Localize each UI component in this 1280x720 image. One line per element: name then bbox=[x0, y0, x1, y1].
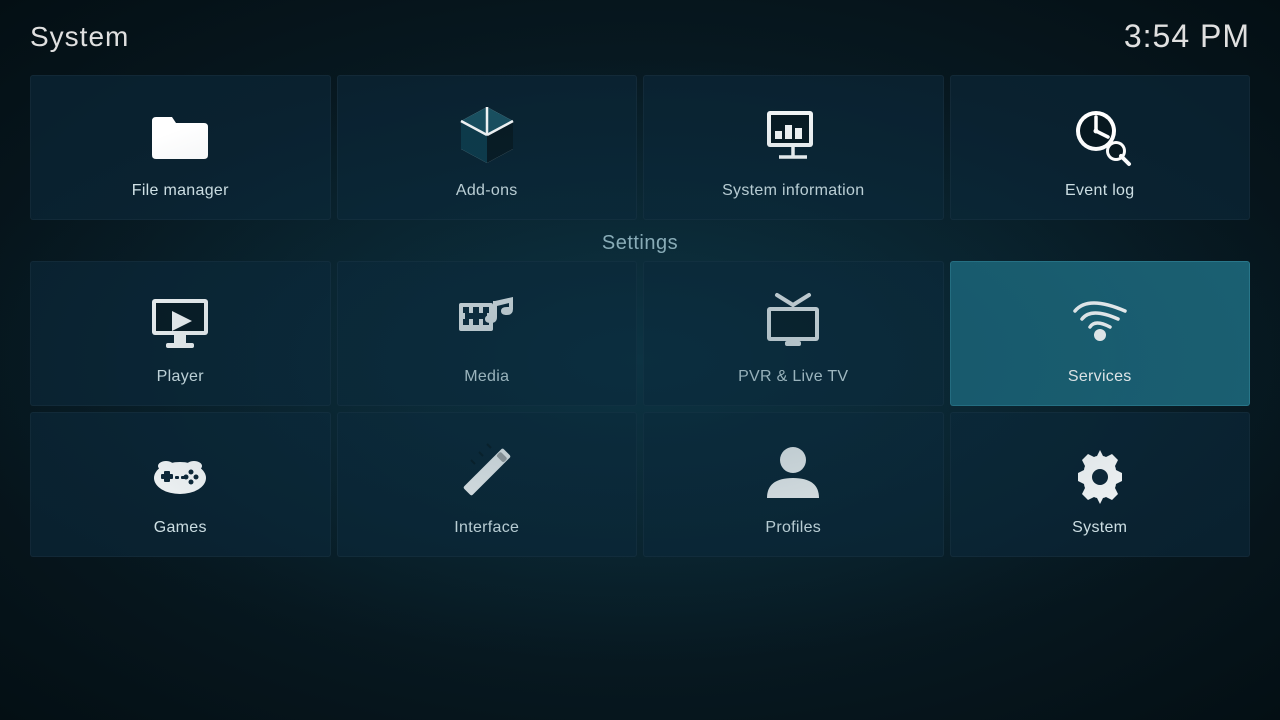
sysinfo-icon bbox=[758, 100, 828, 170]
tile-media-label: Media bbox=[464, 368, 509, 386]
pvr-icon bbox=[758, 286, 828, 356]
tile-profiles[interactable]: Profiles bbox=[643, 412, 944, 557]
tile-system[interactable]: System bbox=[950, 412, 1251, 557]
tile-pvr-live-tv[interactable]: PVR & Live TV bbox=[643, 261, 944, 406]
tile-event-log-label: Event log bbox=[1065, 182, 1134, 200]
tile-file-manager[interactable]: File manager bbox=[30, 75, 331, 220]
tile-games[interactable]: Games bbox=[30, 412, 331, 557]
folder-icon bbox=[145, 100, 215, 170]
bottom-grid: Games Interface Profiles bbox=[0, 406, 1280, 557]
tile-services-label: Services bbox=[1068, 368, 1132, 386]
tile-file-manager-label: File manager bbox=[132, 182, 229, 200]
tile-system-information-label: System information bbox=[722, 182, 864, 200]
tile-services[interactable]: Services bbox=[950, 261, 1251, 406]
settings-grid: Player Media PVR & Live TV bbox=[0, 261, 1280, 406]
tile-profiles-label: Profiles bbox=[765, 519, 821, 537]
profiles-icon bbox=[758, 437, 828, 507]
tile-pvr-live-tv-label: PVR & Live TV bbox=[738, 368, 848, 386]
tile-interface[interactable]: Interface bbox=[337, 412, 638, 557]
header: System 3:54 PM bbox=[0, 0, 1280, 65]
tile-system-label: System bbox=[1072, 519, 1127, 537]
tile-player[interactable]: Player bbox=[30, 261, 331, 406]
tile-interface-label: Interface bbox=[454, 519, 519, 537]
tile-media[interactable]: Media bbox=[337, 261, 638, 406]
clock: 3:54 PM bbox=[1124, 18, 1250, 55]
tile-games-label: Games bbox=[154, 519, 207, 537]
games-icon bbox=[145, 437, 215, 507]
settings-section-label: Settings bbox=[0, 220, 1280, 261]
services-icon bbox=[1065, 286, 1135, 356]
media-icon bbox=[452, 286, 522, 356]
tile-event-log[interactable]: Event log bbox=[950, 75, 1251, 220]
tile-system-information[interactable]: System information bbox=[643, 75, 944, 220]
page-title: System bbox=[30, 21, 129, 53]
system-icon bbox=[1065, 437, 1135, 507]
tile-add-ons[interactable]: Add-ons bbox=[337, 75, 638, 220]
player-icon bbox=[145, 286, 215, 356]
eventlog-icon bbox=[1065, 100, 1135, 170]
addons-icon bbox=[452, 100, 522, 170]
top-grid: File manager Add-ons System information bbox=[0, 65, 1280, 220]
interface-icon bbox=[452, 437, 522, 507]
tile-player-label: Player bbox=[157, 368, 204, 386]
tile-add-ons-label: Add-ons bbox=[456, 182, 518, 200]
